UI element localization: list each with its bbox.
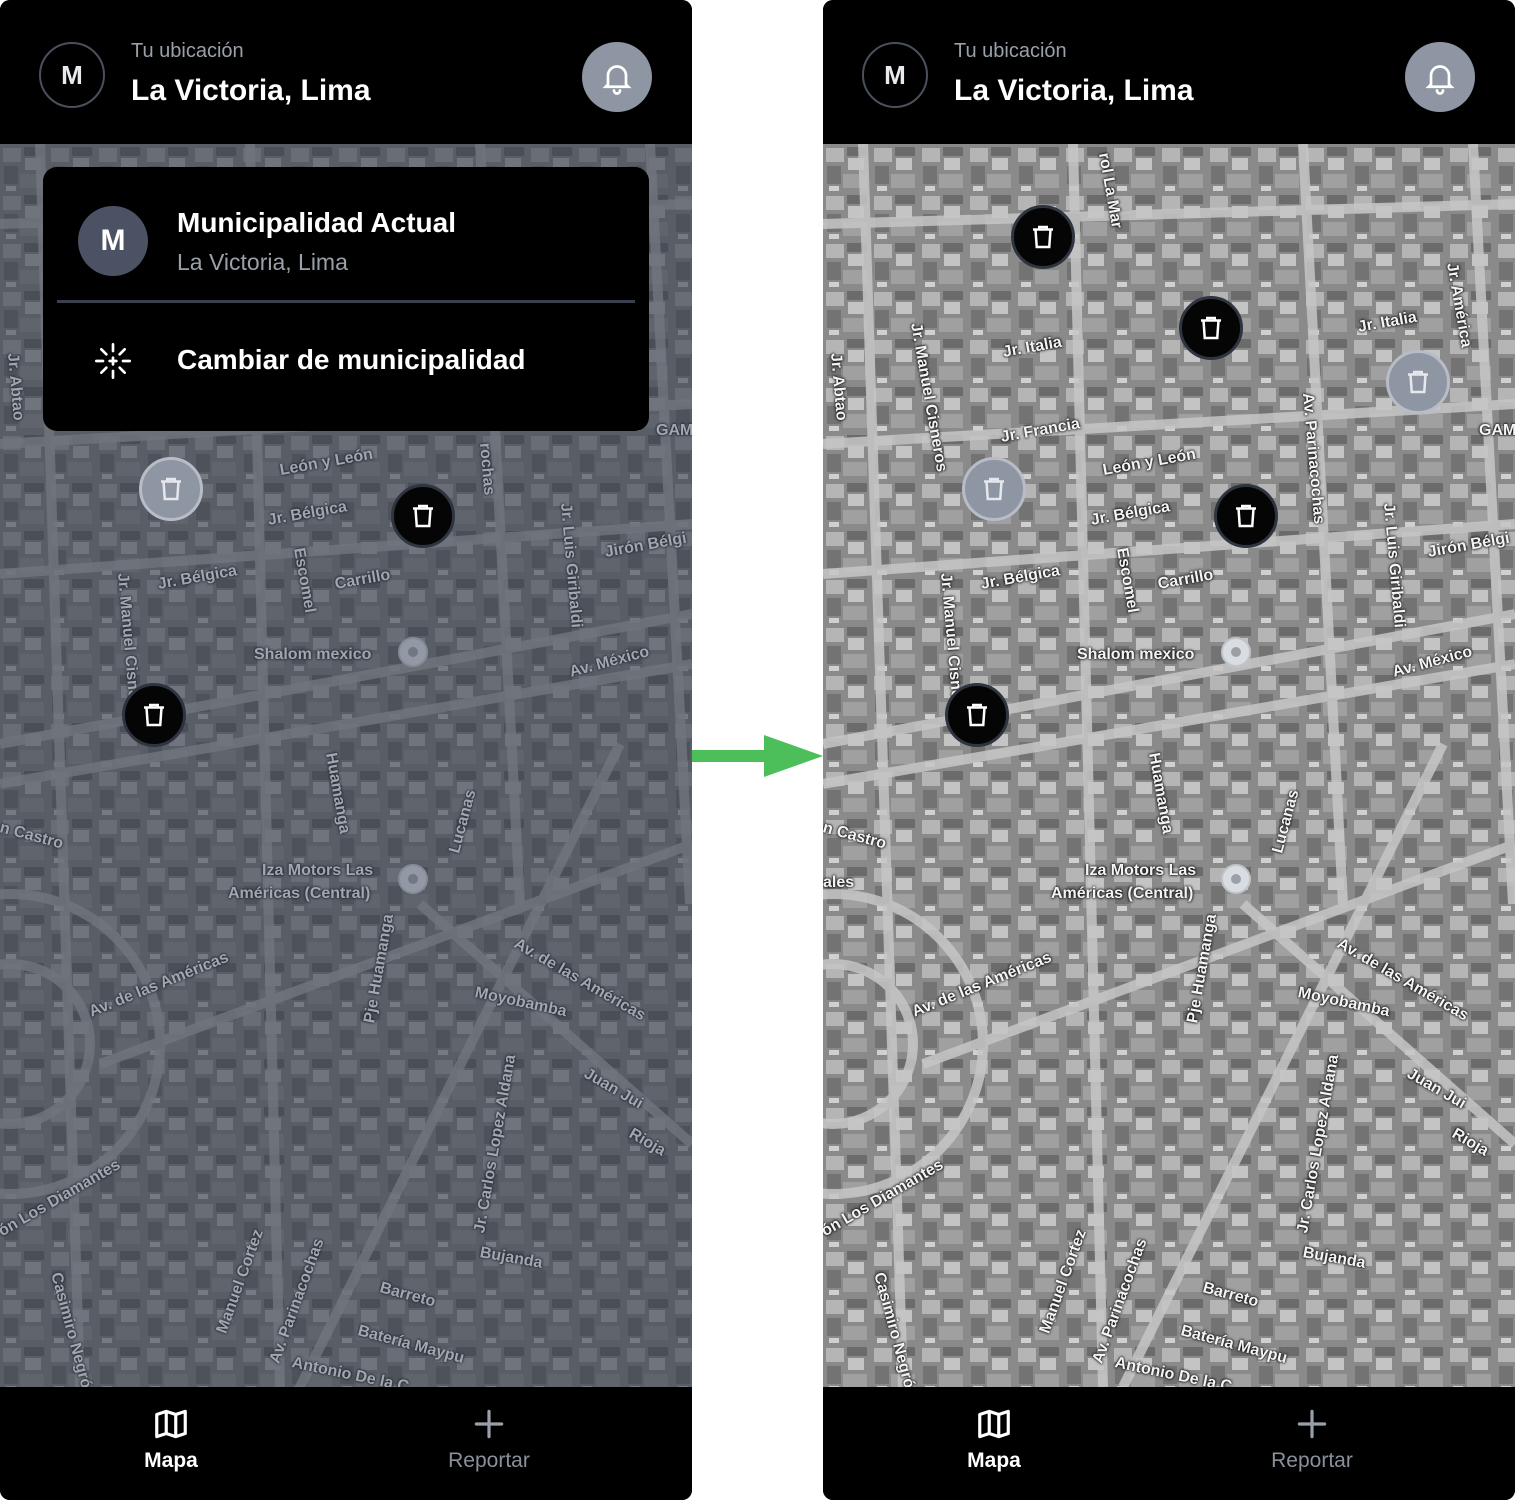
waste-report-pin[interactable] <box>962 457 1026 521</box>
bell-icon <box>1425 65 1455 95</box>
trash-icon <box>144 703 164 727</box>
top-header: M Tu ubicación La Victoria, Lima <box>0 0 692 144</box>
location-value[interactable]: La Victoria, Lima <box>954 74 1194 108</box>
transition-arrow <box>692 735 823 777</box>
trash-icon <box>413 504 433 528</box>
municipality-dropdown: M Municipalidad Actual La Victoria, Lima… <box>43 167 649 431</box>
map-label: ales <box>823 874 855 891</box>
location-value[interactable]: La Victoria, Lima <box>131 74 371 108</box>
poi-marker[interactable] <box>1221 637 1251 667</box>
user-avatar[interactable]: M <box>862 42 928 108</box>
waste-report-pin[interactable] <box>391 484 455 548</box>
map-icon <box>978 1409 1010 1439</box>
user-avatar[interactable]: M <box>39 42 105 108</box>
trash-icon <box>1033 225 1053 249</box>
trash-icon <box>1408 370 1428 394</box>
map-label: Iza Motors Las <box>1085 862 1197 879</box>
plus-icon <box>474 1409 504 1439</box>
bottom-tab-bar: Mapa Reportar <box>823 1387 1515 1500</box>
tab-map[interactable]: Mapa <box>904 1405 1084 1473</box>
top-header: M Tu ubicación La Victoria, Lima <box>823 0 1515 144</box>
tab-map-label: Mapa <box>144 1449 198 1472</box>
trash-icon <box>984 477 1004 501</box>
waste-report-pin[interactable] <box>139 457 203 521</box>
change-municipality-button[interactable]: Cambiar de municipalidad <box>43 322 649 402</box>
map-label: Américas (Central) <box>1051 885 1194 902</box>
location-label: Tu ubicación <box>131 40 244 62</box>
tab-report[interactable]: Reportar <box>1222 1405 1402 1473</box>
change-municipality-label: Cambiar de municipalidad <box>177 344 526 375</box>
map-icon <box>155 1409 187 1439</box>
current-municipality-title: Municipalidad Actual <box>177 207 456 238</box>
bell-icon <box>602 65 632 95</box>
waste-report-pin[interactable] <box>122 683 186 747</box>
bottom-tab-bar: Mapa Reportar <box>0 1387 692 1500</box>
switch-icon <box>95 343 132 379</box>
waste-report-pin[interactable] <box>1386 350 1450 414</box>
phone-screen-after: Shalom mexico Iza Motors Las Américas (C… <box>823 0 1515 1500</box>
map-label: GAM <box>1479 422 1515 439</box>
location-label: Tu ubicación <box>954 40 1067 62</box>
tab-map-label: Mapa <box>967 1449 1021 1472</box>
tab-report[interactable]: Reportar <box>399 1405 579 1473</box>
plus-icon <box>1297 1409 1327 1439</box>
current-municipality-location: La Victoria, Lima <box>177 249 348 275</box>
waste-report-pin[interactable] <box>1179 296 1243 360</box>
trash-icon <box>1236 504 1256 528</box>
menu-divider <box>57 300 635 303</box>
trash-icon <box>161 477 181 501</box>
waste-report-pin[interactable] <box>1011 205 1075 269</box>
map-view[interactable]: Shalom mexico Iza Motors Las Américas (C… <box>823 144 1515 1387</box>
notifications-button[interactable] <box>1405 42 1475 112</box>
waste-report-pin[interactable] <box>1214 484 1278 548</box>
trash-icon <box>967 703 987 727</box>
tab-report-label: Reportar <box>1271 1449 1353 1472</box>
phone-screen-before: Shalom mexico Iza Motors Las Américas (C… <box>0 0 692 1500</box>
tab-report-label: Reportar <box>448 1449 530 1472</box>
map-background <box>823 144 1515 1387</box>
poi-marker[interactable] <box>1221 864 1251 894</box>
waste-report-pin[interactable] <box>945 683 1009 747</box>
map-label: Shalom mexico <box>1077 646 1195 663</box>
notifications-button[interactable] <box>582 42 652 112</box>
municipality-avatar: M <box>78 206 148 276</box>
tab-map[interactable]: Mapa <box>81 1405 261 1473</box>
trash-icon <box>1201 316 1221 340</box>
